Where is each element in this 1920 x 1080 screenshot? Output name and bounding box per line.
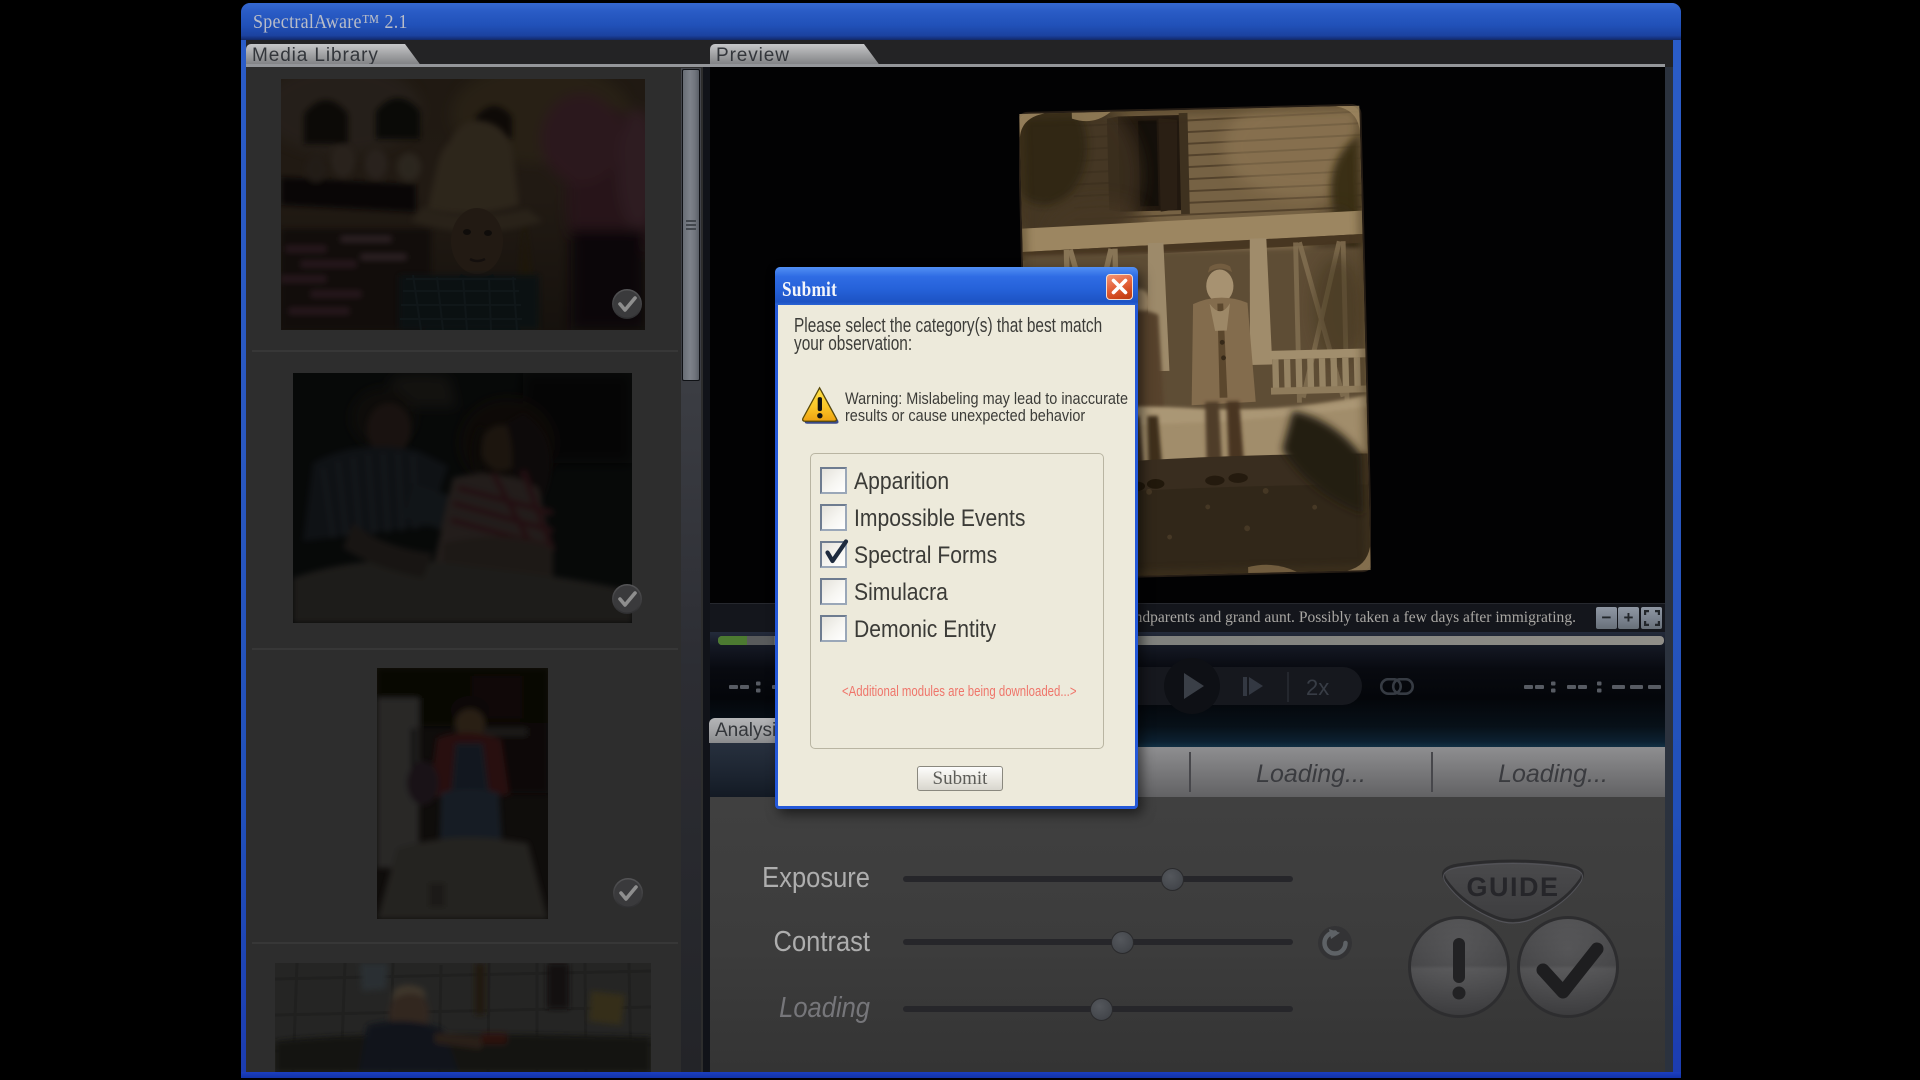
svg-text:GUIDE: GUIDE	[1466, 872, 1559, 902]
